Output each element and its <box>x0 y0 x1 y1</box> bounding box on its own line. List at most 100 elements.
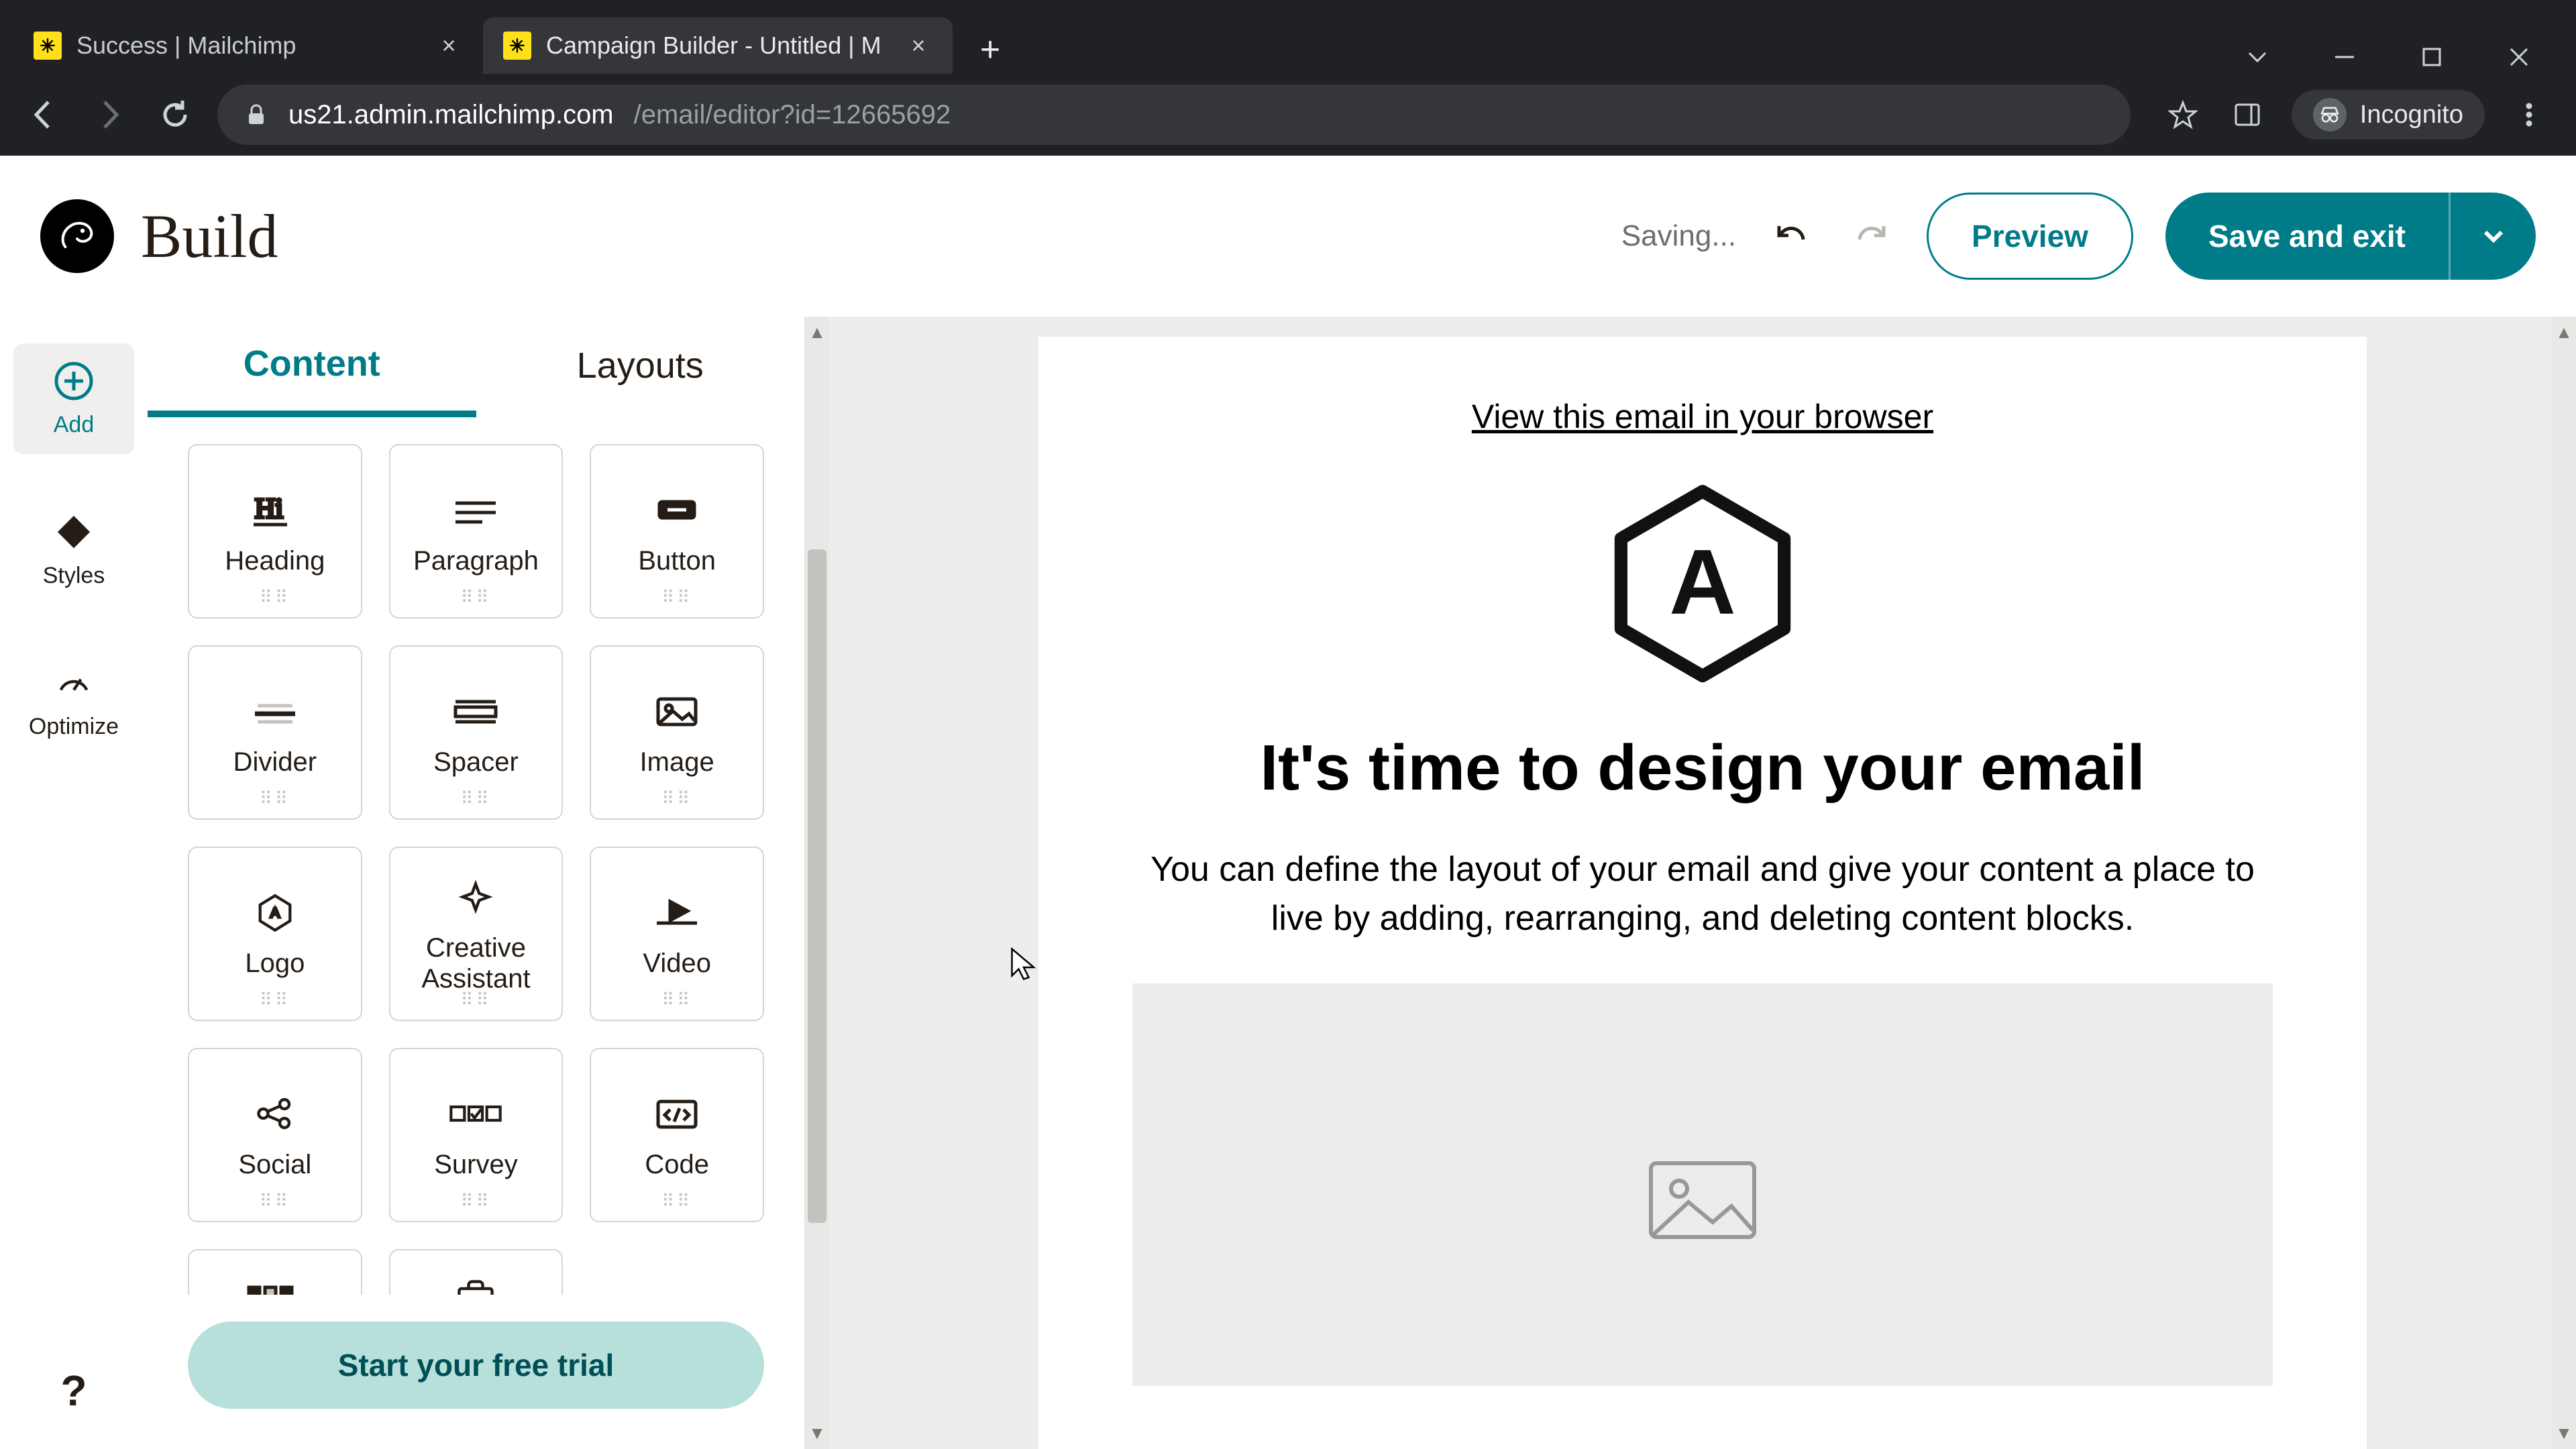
block-social-label: Social <box>238 1149 311 1180</box>
email-canvas[interactable]: View this email in your browser A It's t… <box>1038 337 2367 1449</box>
block-logo-label: Logo <box>245 948 305 979</box>
block-paragraph-label: Paragraph <box>413 545 539 576</box>
email-logo-placeholder[interactable]: A <box>1595 476 1810 691</box>
block-logo[interactable]: A Logo ⠿⠿ <box>188 847 362 1021</box>
scroll-thumb[interactable] <box>808 549 826 1222</box>
grip-icon: ⠿⠿ <box>661 587 692 608</box>
tab-strip: ✳ Success | Mailchimp × ✳ Campaign Build… <box>0 0 2576 74</box>
forward-button[interactable] <box>86 91 133 138</box>
nav-add[interactable]: Add <box>13 343 134 454</box>
grip-icon: ⠿⠿ <box>460 788 491 809</box>
nav-rail: Add Styles Optimize ? <box>0 317 148 1449</box>
close-icon[interactable]: × <box>435 32 463 60</box>
redo-button[interactable] <box>1847 213 1894 260</box>
incognito-badge[interactable]: Incognito <box>2292 90 2485 140</box>
maximize-icon[interactable] <box>2415 40 2449 74</box>
app-root: Build Saving... Preview Save and exit <box>0 156 2576 1449</box>
scroll-down-icon[interactable]: ▼ <box>2555 1423 2573 1444</box>
toolbar-right: Incognito <box>2149 90 2549 140</box>
start-trial-button[interactable]: Start your free trial <box>188 1322 764 1409</box>
block-button[interactable]: Button ⠿⠿ <box>590 444 764 619</box>
nav-styles[interactable]: Styles <box>13 494 134 605</box>
scroll-down-icon[interactable]: ▼ <box>808 1423 826 1444</box>
save-exit-button[interactable]: Save and exit <box>2165 193 2449 280</box>
block-products[interactable] <box>389 1249 564 1295</box>
grip-icon: ⠿⠿ <box>661 1191 692 1212</box>
block-apps[interactable] <box>188 1249 362 1295</box>
reload-button[interactable] <box>152 91 199 138</box>
block-heading-label: Heading <box>225 545 325 576</box>
app-body: Add Styles Optimize ? Content <box>0 317 2576 1449</box>
paragraph-icon <box>449 486 502 533</box>
browser-tab-success[interactable]: ✳ Success | Mailchimp × <box>13 17 483 74</box>
blocks-panel: Content Layouts Hi Heading ⠿⠿ <box>148 317 805 1449</box>
block-paragraph[interactable]: Paragraph ⠿⠿ <box>389 444 564 619</box>
minimize-icon[interactable] <box>2328 40 2361 74</box>
nav-optimize[interactable]: Optimize <box>13 645 134 756</box>
nav-styles-label: Styles <box>43 563 105 589</box>
close-icon[interactable]: × <box>904 32 932 60</box>
block-button-label: Button <box>638 545 716 576</box>
mailchimp-logo-icon[interactable] <box>40 199 114 273</box>
nav-add-label: Add <box>54 412 95 438</box>
image-placeholder-icon <box>1646 1158 1760 1252</box>
block-heading[interactable]: Hi Heading ⠿⠿ <box>188 444 362 619</box>
view-in-browser-link[interactable]: View this email in your browser <box>1472 397 1933 436</box>
block-divider[interactable]: Divider ⠿⠿ <box>188 645 362 820</box>
grip-icon: ⠿⠿ <box>260 788 290 809</box>
new-tab-button[interactable]: + <box>966 25 1014 74</box>
blocks-grid: Hi Heading ⠿⠿ Paragraph ⠿⠿ <box>188 444 764 1295</box>
grip-icon: ⠿⠿ <box>460 587 491 608</box>
save-exit-dropdown[interactable] <box>2449 193 2536 280</box>
svg-text:A: A <box>270 906 280 921</box>
heading-icon: Hi <box>248 486 302 533</box>
canvas-heading[interactable]: It's time to design your email <box>1260 731 2145 805</box>
close-window-icon[interactable] <box>2502 40 2536 74</box>
bookmark-icon[interactable] <box>2163 95 2203 135</box>
block-creative-assistant[interactable]: Creative Assistant ⠿⠿ <box>389 847 564 1021</box>
panel-scrollbar[interactable]: ▲ ▼ <box>805 317 829 1449</box>
canvas-scrollbar[interactable]: ▲ ▼ <box>2552 317 2576 1449</box>
url-path: /email/editor?id=12665692 <box>634 100 951 130</box>
scroll-up-icon[interactable]: ▲ <box>2555 322 2573 343</box>
url-host: us21.admin.mailchimp.com <box>288 100 614 130</box>
block-code[interactable]: Code ⠿⠿ <box>590 1048 764 1222</box>
grip-icon: ⠿⠿ <box>661 788 692 809</box>
undo-button[interactable] <box>1768 213 1815 260</box>
incognito-icon <box>2313 98 2347 131</box>
block-video[interactable]: Video ⠿⠿ <box>590 847 764 1021</box>
tab-title: Success | Mailchimp <box>76 32 420 60</box>
image-placeholder[interactable] <box>1132 983 2273 1386</box>
mouse-cursor-icon <box>1010 947 1037 984</box>
grip-icon: ⠿⠿ <box>260 989 290 1010</box>
briefcase-icon <box>452 1269 499 1295</box>
scroll-up-icon[interactable]: ▲ <box>808 322 826 343</box>
block-social[interactable]: Social ⠿⠿ <box>188 1048 362 1222</box>
tabs-caret-icon[interactable] <box>2241 40 2274 74</box>
divider-icon <box>248 688 302 735</box>
svg-text:A: A <box>1669 531 1735 634</box>
block-creative-label: Creative Assistant <box>390 932 562 994</box>
image-icon <box>650 688 704 735</box>
tab-layouts-label: Layouts <box>577 345 704 386</box>
block-video-label: Video <box>643 948 711 979</box>
block-survey[interactable]: Survey ⠿⠿ <box>389 1048 564 1222</box>
url-field[interactable]: us21.admin.mailchimp.com/email/editor?id… <box>217 85 2131 145</box>
tab-content[interactable]: Content <box>148 317 476 417</box>
block-image[interactable]: Image ⠿⠿ <box>590 645 764 820</box>
block-spacer[interactable]: Spacer ⠿⠿ <box>389 645 564 820</box>
grip-icon: ⠿⠿ <box>460 989 491 1010</box>
back-button[interactable] <box>20 91 67 138</box>
preview-button[interactable]: Preview <box>1927 193 2133 280</box>
address-bar: us21.admin.mailchimp.com/email/editor?id… <box>0 74 2576 156</box>
help-button[interactable]: ? <box>60 1366 87 1415</box>
block-spacer-label: Spacer <box>433 747 519 777</box>
code-icon <box>650 1090 704 1137</box>
button-icon <box>650 486 704 533</box>
tab-layouts[interactable]: Layouts <box>476 317 805 417</box>
canvas-lead[interactable]: You can define the layout of your email … <box>1132 845 2273 943</box>
kebab-menu-icon[interactable] <box>2509 95 2549 135</box>
gauge-icon <box>52 661 95 704</box>
side-panel-icon[interactable] <box>2227 95 2267 135</box>
browser-tab-builder[interactable]: ✳ Campaign Builder - Untitled | M × <box>483 17 953 74</box>
